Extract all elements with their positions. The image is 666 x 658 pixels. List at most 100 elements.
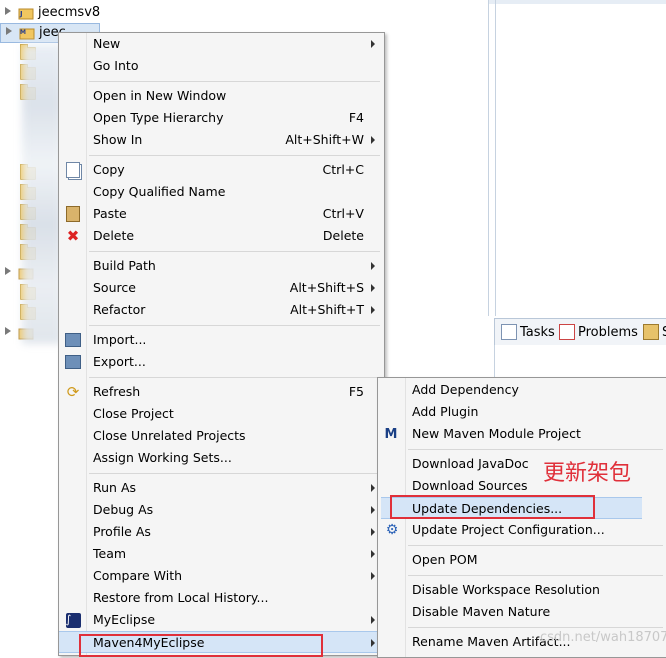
- submenu-arrow-icon: [371, 306, 375, 314]
- menu-label: Export...: [93, 354, 146, 369]
- menu-accelerator: Alt+Shift+S: [289, 280, 364, 295]
- submenu-item-add-plugin[interactable]: Add Plugin: [378, 401, 666, 423]
- submenu-arrow-icon: [371, 262, 375, 270]
- menu-item-new[interactable]: New: [59, 33, 384, 55]
- menu-accelerator: Ctrl+C: [322, 162, 364, 177]
- menu-item-source[interactable]: Source Alt+Shift+S: [59, 277, 384, 299]
- tasks-icon: [501, 324, 517, 340]
- submenu-arrow-icon: [371, 616, 375, 624]
- highlight-box-update-dependencies: [390, 495, 595, 519]
- menu-label: Go Into: [93, 58, 139, 73]
- menu-label: Build Path: [93, 258, 156, 273]
- menu-item-team[interactable]: Team: [59, 543, 384, 565]
- menu-item-refresh[interactable]: ⟳ Refresh F5: [59, 381, 384, 403]
- menu-label: Add Plugin: [412, 404, 479, 419]
- menu-item-copy[interactable]: Copy Ctrl+C: [59, 159, 384, 181]
- menu-label: Profile As: [93, 524, 151, 539]
- update-config-icon: ⚙: [385, 522, 399, 538]
- submenu-item-disable-maven-nature[interactable]: Disable Maven Nature: [378, 601, 666, 623]
- menu-item-show-in[interactable]: Show In Alt+Shift+W: [59, 129, 384, 151]
- menu-item-assign-working-sets[interactable]: Assign Working Sets...: [59, 447, 384, 469]
- menu-accelerator: Ctrl+V: [322, 206, 364, 221]
- submenu-arrow-icon: [371, 284, 375, 292]
- submenu-arrow-icon: [371, 40, 375, 48]
- maven-project-icon: M: [19, 28, 35, 40]
- tab-problems[interactable]: Problems: [559, 323, 638, 341]
- menu-item-close-project[interactable]: Close Project: [59, 403, 384, 425]
- menu-item-close-unrelated-projects[interactable]: Close Unrelated Projects: [59, 425, 384, 447]
- expand-arrow-icon[interactable]: [6, 27, 12, 35]
- submenu-item-open-pom[interactable]: Open POM: [378, 549, 666, 571]
- menu-item-import[interactable]: Import...: [59, 329, 384, 351]
- menu-separator: [89, 251, 380, 252]
- menu-item-build-path[interactable]: Build Path: [59, 255, 384, 277]
- menu-label: Import...: [93, 332, 147, 347]
- submenu-item-disable-workspace-resolution[interactable]: Disable Workspace Resolution: [378, 579, 666, 601]
- menu-accelerator: Delete: [322, 228, 364, 243]
- menu-label: Close Project: [93, 406, 174, 421]
- menu-item-run-as[interactable]: Run As: [59, 477, 384, 499]
- expand-arrow-icon[interactable]: [5, 267, 11, 275]
- tab-servers[interactable]: S: [643, 323, 666, 341]
- blurred-tree-labels: [22, 44, 62, 344]
- context-menu: New Go Into Open in New Window Open Type…: [58, 32, 385, 656]
- copy-icon: [65, 162, 81, 178]
- menu-label: Add Dependency: [412, 382, 519, 397]
- refresh-icon: ⟳: [66, 383, 80, 401]
- menu-item-profile-as[interactable]: Profile As: [59, 521, 384, 543]
- menu-item-delete[interactable]: ✖ Delete Delete: [59, 225, 384, 247]
- submenu-arrow-icon: [371, 528, 375, 536]
- menu-label: Compare With: [93, 568, 183, 583]
- submenu-arrow-icon: [371, 136, 375, 144]
- svg-text:J: J: [19, 10, 23, 18]
- menu-label: Refresh: [93, 384, 141, 399]
- tab-servers-label: S: [662, 325, 666, 340]
- tab-problems-label: Problems: [578, 324, 638, 340]
- submenu-item-add-dependency[interactable]: Add Dependency: [378, 379, 666, 401]
- tree-label: jeecmsv8: [38, 5, 101, 20]
- menu-label: Delete: [93, 228, 135, 243]
- menu-item-open-in-new-window[interactable]: Open in New Window: [59, 85, 384, 107]
- view-tab-bar: Tasks Problems S: [494, 318, 666, 346]
- menu-label: Run As: [93, 480, 137, 495]
- menu-separator: [408, 575, 663, 576]
- menu-label: Paste: [93, 206, 127, 221]
- menu-label: Refactor: [93, 302, 146, 317]
- submenu-arrow-icon: [371, 484, 375, 492]
- menu-label: Source: [93, 280, 136, 295]
- menu-label: Close Unrelated Projects: [93, 428, 246, 443]
- menu-item-restore-local-history[interactable]: Restore from Local History...: [59, 587, 384, 609]
- menu-item-myeclipse[interactable]: ∫ MyEclipse: [59, 609, 384, 631]
- menu-item-copy-qualified-name[interactable]: Copy Qualified Name: [59, 181, 384, 203]
- menu-accelerator: F5: [348, 384, 364, 399]
- annotation-text: 更新架包: [543, 461, 632, 486]
- menu-item-paste[interactable]: Paste Ctrl+V: [59, 203, 384, 225]
- maven-module-icon: M: [384, 426, 398, 442]
- menu-label: Show In: [93, 132, 143, 147]
- menu-item-open-type-hierarchy[interactable]: Open Type Hierarchy F4: [59, 107, 384, 129]
- tree-row-jeecmsv8[interactable]: J jeecmsv8: [0, 4, 110, 22]
- submenu-arrow-icon: [371, 639, 375, 647]
- menu-item-refactor[interactable]: Refactor Alt+Shift+T: [59, 299, 384, 321]
- expand-arrow-icon[interactable]: [5, 7, 11, 15]
- project-icon: J: [18, 8, 34, 20]
- expand-arrow-icon[interactable]: [5, 327, 11, 335]
- submenu-item-new-maven-module[interactable]: M New Maven Module Project: [378, 423, 666, 445]
- myeclipse-icon: ∫: [65, 612, 81, 628]
- highlight-box-maven4myeclipse: [79, 634, 323, 657]
- menu-separator: [408, 627, 663, 628]
- submenu-item-update-project-configuration[interactable]: ⚙ Update Project Configuration...: [378, 519, 666, 541]
- menu-separator: [89, 81, 380, 82]
- menu-label: Open Type Hierarchy: [93, 110, 224, 125]
- menu-label: Copy Qualified Name: [93, 184, 226, 199]
- tab-tasks[interactable]: Tasks: [501, 323, 555, 341]
- menu-label: New Maven Module Project: [412, 426, 581, 441]
- watermark: csdn.net/wah1870712: [540, 630, 666, 645]
- menu-accelerator: F4: [348, 110, 364, 125]
- menu-item-compare-with[interactable]: Compare With: [59, 565, 384, 587]
- menu-label: Assign Working Sets...: [93, 450, 232, 465]
- menu-item-go-into[interactable]: Go Into: [59, 55, 384, 77]
- menu-item-debug-as[interactable]: Debug As: [59, 499, 384, 521]
- menu-item-export[interactable]: Export...: [59, 351, 384, 373]
- menu-separator: [89, 377, 380, 378]
